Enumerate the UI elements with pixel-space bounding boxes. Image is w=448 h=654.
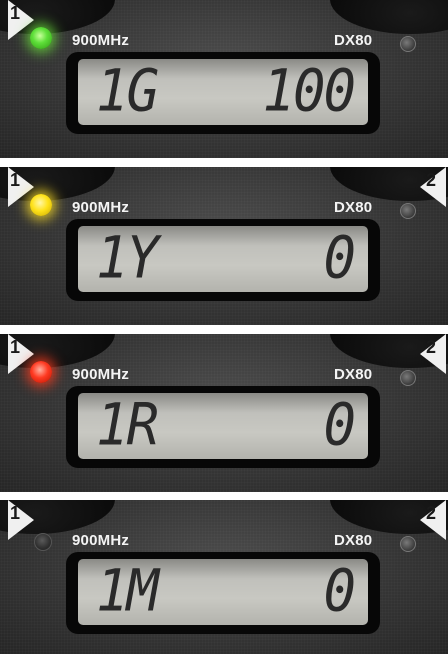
lcd-channel-text: 1G [96, 56, 159, 125]
status-led [34, 533, 52, 551]
status-led [30, 194, 52, 216]
lcd-channel-text: 1M [96, 556, 159, 625]
frequency-label: 900MHz [72, 532, 130, 549]
lcd-value-text: 0 [323, 556, 355, 625]
device-panel-red: 1 2 900MHz DX80 1R 0 [0, 334, 448, 492]
right-tab-number: 2 [426, 337, 437, 357]
lcd-display: 1R 0 [78, 390, 368, 459]
frequency-label: 900MHz [72, 32, 130, 49]
lcd-display: 1M 0 [78, 556, 368, 625]
lcd-channel-text: 1Y [96, 223, 159, 292]
model-label: DX80 [334, 532, 373, 549]
device-panel-green: 1 900MHz DX80 1G 100 [0, 0, 448, 158]
left-tab-number: 1 [10, 337, 21, 357]
device-panel-off: 1 2 900MHz DX80 1M 0 [0, 500, 448, 654]
lcd-value-text: 0 [323, 223, 355, 292]
screw-icon [400, 36, 416, 52]
model-label: DX80 [334, 366, 373, 383]
lcd-value-text: 100 [262, 56, 356, 125]
lcd-value-text: 0 [323, 390, 355, 459]
status-led [30, 361, 52, 383]
screw-icon [400, 536, 416, 552]
right-knob [330, 0, 448, 34]
lcd-display: 1G 100 [78, 56, 368, 125]
lcd-display: 1Y 0 [78, 223, 368, 292]
frequency-label: 900MHz [72, 199, 130, 216]
left-tab-number: 1 [10, 503, 21, 523]
model-label: DX80 [334, 32, 373, 49]
lcd-channel-text: 1R [96, 390, 159, 459]
model-label: DX80 [334, 199, 373, 216]
device-panel-yellow: 1 2 900MHz DX80 1Y 0 [0, 167, 448, 325]
frequency-label: 900MHz [72, 366, 130, 383]
screw-icon [400, 203, 416, 219]
right-tab-number: 2 [426, 503, 437, 523]
right-tab-number: 2 [426, 170, 437, 190]
screw-icon [400, 370, 416, 386]
left-tab-number: 1 [10, 170, 21, 190]
left-tab-number: 1 [10, 3, 21, 23]
status-led [30, 27, 52, 49]
